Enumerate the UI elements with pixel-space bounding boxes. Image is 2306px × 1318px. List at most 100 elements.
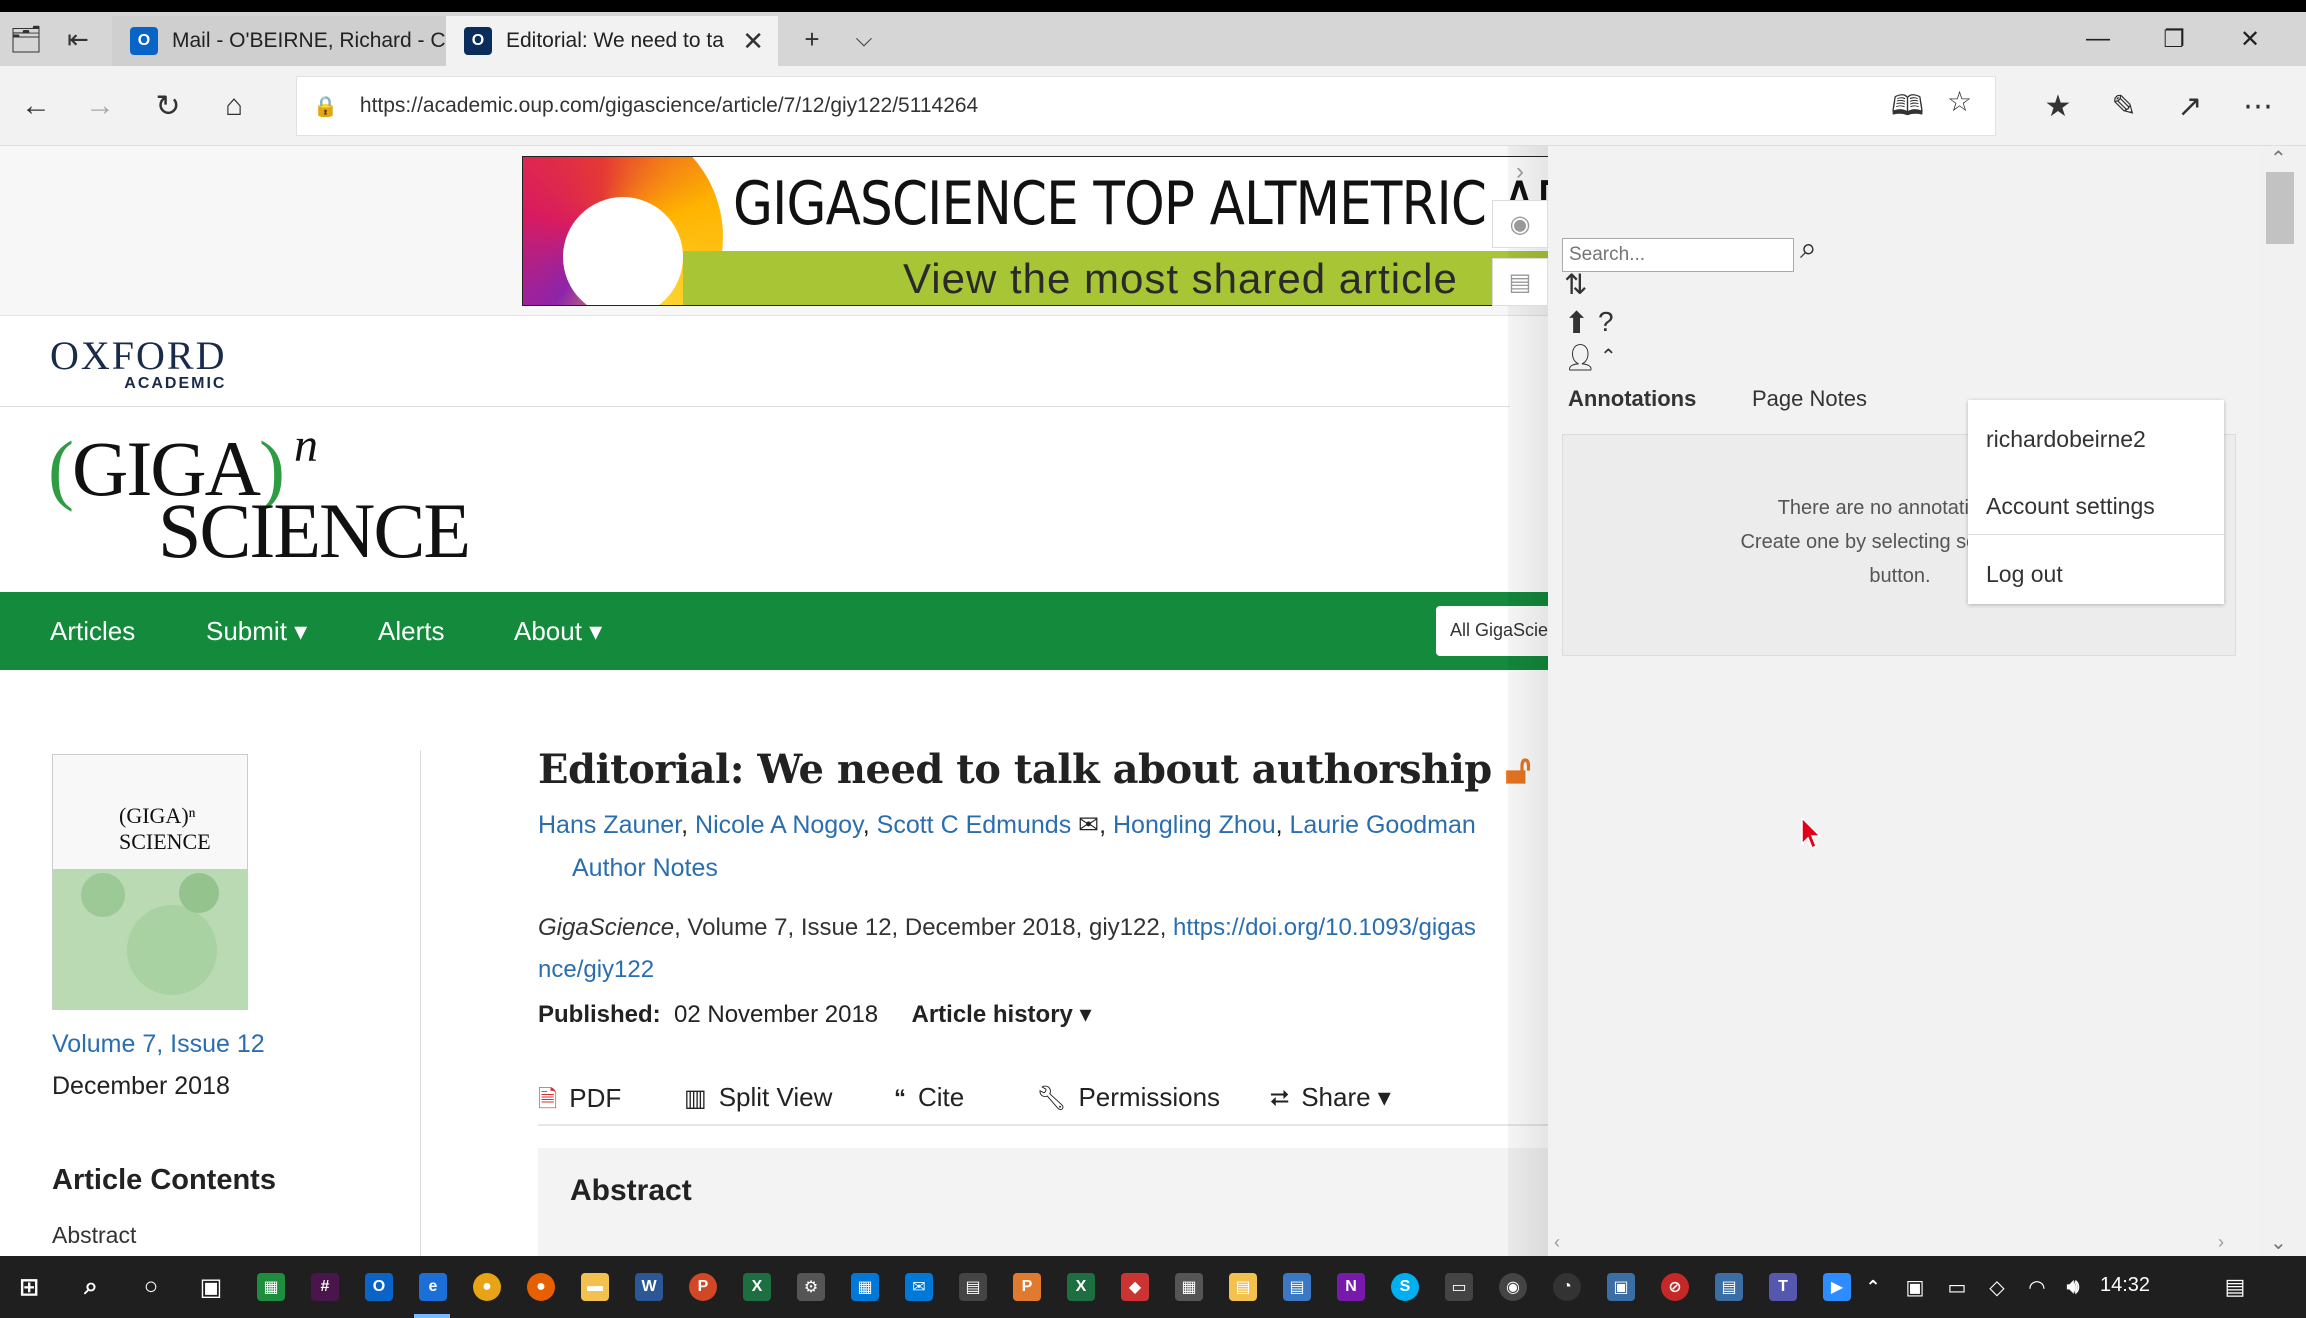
app-icon[interactable]: ◆ (1114, 1266, 1156, 1308)
contents-item-abstract[interactable]: Abstract (52, 1222, 136, 1249)
tab-preview-chevron-icon[interactable]: ⌵ (838, 12, 890, 66)
oxford-academic-logo[interactable]: OXFORD ACADEMIC (50, 332, 226, 393)
author-link[interactable]: Hongling Zhou (1113, 811, 1276, 839)
scroll-right-icon[interactable]: › (2218, 1232, 2224, 1253)
altmetric-banner[interactable]: GIGASCIENCE TOP ALTMETRIC ARTIC View the… (522, 156, 1548, 306)
tab-annotations[interactable]: Annotations (1568, 386, 1696, 412)
close-window-icon[interactable]: ✕ (2212, 12, 2288, 66)
notes-app-icon[interactable]: ▤ (1222, 1266, 1264, 1308)
store-app-icon[interactable]: ▤ (952, 1266, 994, 1308)
user-icon[interactable]: 👤︎ (1564, 342, 1597, 373)
vertical-scrollbar[interactable]: ⌃ ⌄ (2258, 146, 2306, 1256)
favorite-star-icon[interactable]: ☆ (1947, 85, 1972, 118)
share-button[interactable]: ⮂ Share ▾ (1270, 1082, 1391, 1113)
more-icon[interactable]: ⋯ (2230, 78, 2286, 134)
menu-log-out[interactable]: Log out (1986, 561, 2063, 588)
app-icon[interactable]: ▣ (1600, 1266, 1642, 1308)
author-link[interactable]: Laurie Goodman (1290, 811, 1476, 839)
upload-icon[interactable]: ⬆ (1564, 306, 1589, 341)
calculator-app-icon[interactable]: ▦ (1168, 1266, 1210, 1308)
favorites-hub-icon[interactable]: ★ (2030, 78, 2086, 134)
app-icon[interactable]: ⚙ (790, 1266, 832, 1308)
teams-tray-icon[interactable]: ▣ (1894, 1266, 1936, 1308)
word-app-icon[interactable]: W (628, 1266, 670, 1308)
chevron-up-icon[interactable]: ⌃ (1600, 344, 1617, 369)
task-view-icon[interactable]: ▣ (190, 1266, 232, 1308)
help-icon[interactable]: ? (1598, 306, 1614, 338)
address-bar[interactable]: 🔒 https://academic.oup.com/gigascience/a… (296, 76, 1996, 136)
doi-link-continued[interactable]: nce/giy122 (538, 956, 654, 984)
app-icon[interactable]: ▤ (1276, 1266, 1318, 1308)
split-view-button[interactable]: ▥ Split View (684, 1082, 832, 1113)
back-icon[interactable]: ← (8, 78, 64, 134)
app-icon[interactable]: ⊘ (1654, 1266, 1696, 1308)
author-link[interactable]: Scott C Edmunds (877, 811, 1072, 839)
forward-icon[interactable]: → (72, 78, 128, 134)
excel-app-icon[interactable]: X (736, 1266, 778, 1308)
scroll-up-icon[interactable]: ⌃ (2270, 146, 2287, 171)
mail-app-icon[interactable]: ✉ (898, 1266, 940, 1308)
app-icon[interactable]: ◉ (1492, 1266, 1534, 1308)
firefox-app-icon[interactable]: ● (520, 1266, 562, 1308)
restore-icon[interactable]: ❐ (2136, 12, 2212, 66)
app-icon[interactable]: ◔ (1546, 1266, 1588, 1308)
file-explorer-icon[interactable]: ▬ (574, 1266, 616, 1308)
menu-account-settings[interactable]: Account settings (1986, 493, 2155, 520)
tab-manager-icon[interactable]: 🗂 (0, 12, 52, 66)
author-link[interactable]: Nicole A Nogoy (695, 811, 863, 839)
notifications-icon[interactable]: ▤ (2214, 1266, 2256, 1308)
annotation-search-input[interactable] (1562, 238, 1794, 272)
collapse-chevron-icon[interactable]: › (1492, 146, 1548, 198)
tab-editorial[interactable]: O Editorial: We need to ta ✕ (446, 16, 778, 66)
new-tab-icon[interactable]: + (786, 12, 838, 66)
calendar-app-icon[interactable]: ▦ (844, 1266, 886, 1308)
share-icon[interactable]: ↗ (2162, 78, 2218, 134)
sheets-app-icon[interactable]: ▦ (250, 1266, 292, 1308)
search-icon[interactable]: ⌕ (70, 1266, 112, 1308)
cortana-icon[interactable]: ○ (130, 1266, 172, 1308)
tab-mail[interactable]: O Mail - O'BEIRNE, Richard - C (112, 16, 446, 66)
article-history-toggle[interactable]: Article history ▾ (912, 1001, 1092, 1028)
horizontal-scrollbar[interactable]: ‹ › (1548, 1232, 2258, 1256)
gigascience-logo[interactable]: (GIGA) n SCIENCE (48, 418, 488, 574)
permissions-button[interactable]: 🔧︎ Permissions (1036, 1082, 1220, 1113)
refresh-icon[interactable]: ↻ (140, 78, 196, 134)
outlook-app-icon[interactable]: O (358, 1266, 400, 1308)
author-link[interactable]: Hans Zauner (538, 811, 681, 839)
journal-cover[interactable]: (GIGA)ⁿ SCIENCE (52, 754, 248, 1010)
cite-button[interactable]: “ Cite (894, 1082, 964, 1113)
nav-articles[interactable]: Articles (50, 616, 135, 647)
scroll-left-icon[interactable]: ‹ (1554, 1232, 1560, 1253)
nav-alerts[interactable]: Alerts (378, 616, 444, 647)
scroll-down-icon[interactable]: ⌄ (2270, 1230, 2287, 1255)
chrome-app-icon[interactable]: ● (466, 1266, 508, 1308)
skype-app-icon[interactable]: S (1384, 1266, 1426, 1308)
powerpoint-app-icon[interactable]: P (682, 1266, 724, 1308)
publisher-app-icon[interactable]: P (1006, 1266, 1048, 1308)
spreadsheet-app-icon[interactable]: X (1060, 1266, 1102, 1308)
scroll-thumb[interactable] (2266, 172, 2294, 244)
teams-app-icon[interactable]: T (1762, 1266, 1804, 1308)
minimize-icon[interactable]: — (2060, 12, 2136, 66)
edge-app-icon[interactable]: e (412, 1266, 454, 1308)
sort-icon[interactable]: ⇅ (1564, 268, 1587, 301)
start-icon[interactable]: ⊞ (8, 1266, 50, 1308)
doi-link[interactable]: https://doi.org/10.1093/gigas (1173, 914, 1476, 941)
volume-icon[interactable]: 🔊︎ (2052, 1266, 2094, 1308)
clock-time[interactable]: 14:32 (2100, 1274, 2150, 1297)
battery-icon[interactable]: ▭ (1936, 1266, 1978, 1308)
nav-submit[interactable]: Submit ▾ (206, 616, 307, 647)
menu-username[interactable]: richardobeirne2 (1986, 426, 2146, 453)
nav-about[interactable]: About ▾ (514, 616, 602, 647)
slack-app-icon[interactable]: # (304, 1266, 346, 1308)
app-icon[interactable]: ▭ (1438, 1266, 1480, 1308)
note-icon[interactable]: ▤ (1492, 258, 1548, 306)
dropbox-icon[interactable]: ◇ (1976, 1266, 2018, 1308)
volume-issue-link[interactable]: Volume 7, Issue 12 (52, 1030, 265, 1059)
tray-expand-icon[interactable]: ⌃ (1852, 1266, 1894, 1308)
pdf-button[interactable]: 🗎 PDF (538, 1082, 621, 1123)
search-icon[interactable]: ⌕ (1800, 232, 1817, 266)
eye-icon[interactable]: ◉ (1492, 200, 1548, 248)
onenote-app-icon[interactable]: N (1330, 1266, 1372, 1308)
pen-icon[interactable]: ✎ (2096, 78, 2152, 134)
